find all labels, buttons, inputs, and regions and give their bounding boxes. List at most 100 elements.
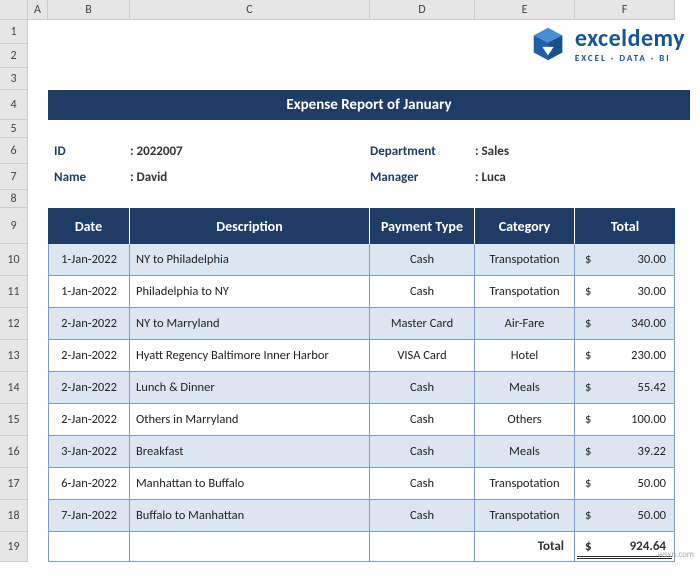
dept-label: Department — [370, 144, 475, 159]
cell-date[interactable]: 2-Jan-2022 — [48, 404, 130, 436]
cell-pay[interactable]: Cash — [370, 436, 475, 468]
cell-date[interactable]: 6-Jan-2022 — [48, 468, 130, 500]
name-label: Name — [48, 170, 130, 185]
cell-total[interactable]: $340.00 — [575, 308, 675, 340]
table-header: Date Description Payment Type Category T… — [48, 208, 690, 244]
logo: exceldemy EXCEL · DATA · BI — [529, 24, 685, 64]
cell-cat[interactable]: Transpotation — [475, 468, 575, 500]
cell-pay[interactable]: Cash — [370, 244, 475, 276]
row-head-12[interactable]: 12 — [0, 308, 28, 340]
hexagon-icon — [529, 25, 567, 63]
cell-cat[interactable]: Meals — [475, 436, 575, 468]
row-head-6[interactable]: 6 — [0, 138, 28, 164]
cell-date[interactable]: 2-Jan-2022 — [48, 372, 130, 404]
cell-cat[interactable]: Hotel — [475, 340, 575, 372]
mgr-value[interactable]: : Luca — [475, 170, 506, 185]
total-label: Total — [475, 532, 575, 562]
cell-cat[interactable]: Transpotation — [475, 500, 575, 532]
cell-total[interactable]: $50.00 — [575, 500, 675, 532]
cell-cat[interactable]: Air-Fare — [475, 308, 575, 340]
name-value[interactable]: : David — [130, 170, 370, 185]
cell-total[interactable]: $230.00 — [575, 340, 675, 372]
col-head-A[interactable]: A — [28, 0, 48, 20]
th-total[interactable]: Total — [575, 208, 675, 244]
cell-total[interactable]: $39.22 — [575, 436, 675, 468]
report-title: Expense Report of January — [48, 90, 690, 120]
row-head-11[interactable]: 11 — [0, 276, 28, 308]
info-row-name: Name : David Manager : Luca — [48, 164, 700, 190]
logo-main-text: exceldemy — [575, 24, 685, 53]
cell-desc[interactable]: Breakfast — [130, 436, 370, 468]
cell-cat[interactable]: Transpotation — [475, 244, 575, 276]
select-all-corner[interactable] — [0, 0, 28, 20]
row-head-2[interactable]: 2 — [0, 44, 28, 68]
row-head-7[interactable]: 7 — [0, 164, 28, 190]
col-head-E[interactable]: E — [475, 0, 575, 20]
cell-cat[interactable]: Meals — [475, 372, 575, 404]
col-head-C[interactable]: C — [130, 0, 370, 20]
cell-total[interactable]: $30.00 — [575, 244, 675, 276]
dept-value[interactable]: : Sales — [475, 144, 509, 159]
col-head-F[interactable]: F — [575, 0, 675, 20]
col-head-B[interactable]: B — [48, 0, 130, 20]
cell-cat[interactable]: Transpotation — [475, 276, 575, 308]
cell-total[interactable]: $100.00 — [575, 404, 675, 436]
table-row: 3-Jan-2022 Breakfast Cash Meals $39.22 — [48, 436, 690, 468]
cell-desc[interactable]: Buffalo to Manhattan — [130, 500, 370, 532]
row-head-18[interactable]: 18 — [0, 500, 28, 532]
row-head-3[interactable]: 3 — [0, 68, 28, 90]
cell-pay[interactable]: Cash — [370, 500, 475, 532]
cell-pay[interactable]: Cash — [370, 372, 475, 404]
cell-desc[interactable]: Philadelphia to NY — [130, 276, 370, 308]
total-row: Total $ 924.64 — [48, 532, 690, 562]
table-row: 2-Jan-2022 Lunch & Dinner Cash Meals $55… — [48, 372, 690, 404]
cell-date[interactable]: 1-Jan-2022 — [48, 244, 130, 276]
cell-date[interactable]: 3-Jan-2022 — [48, 436, 130, 468]
id-value[interactable]: : 2022007 — [130, 144, 370, 159]
cell-desc[interactable]: Hyatt Regency Baltimore Inner Harbor — [130, 340, 370, 372]
cell-date[interactable]: 7-Jan-2022 — [48, 500, 130, 532]
cell-desc[interactable]: NY to Marryland — [130, 308, 370, 340]
th-desc[interactable]: Description — [130, 208, 370, 244]
cell-pay[interactable]: VISA Card — [370, 340, 475, 372]
table-row: 2-Jan-2022 Others in Marryland Cash Othe… — [48, 404, 690, 436]
cell-pay[interactable]: Master Card — [370, 308, 475, 340]
cell-total[interactable]: $50.00 — [575, 468, 675, 500]
col-head-D[interactable]: D — [370, 0, 475, 20]
row-head-13[interactable]: 13 — [0, 340, 28, 372]
cell-pay[interactable]: Cash — [370, 276, 475, 308]
cell-pay[interactable]: Cash — [370, 468, 475, 500]
row-head-16[interactable]: 16 — [0, 436, 28, 468]
total-blank[interactable] — [48, 532, 130, 562]
cell-desc[interactable]: Others in Marryland — [130, 404, 370, 436]
cell-desc[interactable]: Lunch & Dinner — [130, 372, 370, 404]
row-head-9[interactable]: 9 — [0, 208, 28, 244]
row-head-17[interactable]: 17 — [0, 468, 28, 500]
th-cat[interactable]: Category — [475, 208, 575, 244]
cell-desc[interactable]: NY to Philadelphia — [130, 244, 370, 276]
total-blank[interactable] — [130, 532, 370, 562]
th-date[interactable]: Date — [48, 208, 130, 244]
row-head-8[interactable]: 8 — [0, 190, 28, 208]
row-head-14[interactable]: 14 — [0, 372, 28, 404]
cell-pay[interactable]: Cash — [370, 404, 475, 436]
cell-date[interactable]: 2-Jan-2022 — [48, 340, 130, 372]
th-pay[interactable]: Payment Type — [370, 208, 475, 244]
cell-total[interactable]: $55.42 — [575, 372, 675, 404]
row-head-19[interactable]: 19 — [0, 532, 28, 562]
row-head-1[interactable]: 1 — [0, 20, 28, 44]
watermark: wsxn.com — [658, 549, 694, 560]
cell-date[interactable]: 1-Jan-2022 — [48, 276, 130, 308]
cell-total[interactable]: $30.00 — [575, 276, 675, 308]
cell-desc[interactable]: Manhattan to Buffalo — [130, 468, 370, 500]
table-row: 7-Jan-2022 Buffalo to Manhattan Cash Tra… — [48, 500, 690, 532]
row-head-5[interactable]: 5 — [0, 120, 28, 138]
cell-cat[interactable]: Others — [475, 404, 575, 436]
cell-date[interactable]: 2-Jan-2022 — [48, 308, 130, 340]
row-head-10[interactable]: 10 — [0, 244, 28, 276]
total-blank[interactable] — [370, 532, 475, 562]
row-head-4[interactable]: 4 — [0, 90, 28, 120]
row-head-15[interactable]: 15 — [0, 404, 28, 436]
table-row: 2-Jan-2022 Hyatt Regency Baltimore Inner… — [48, 340, 690, 372]
mgr-label: Manager — [370, 170, 475, 185]
